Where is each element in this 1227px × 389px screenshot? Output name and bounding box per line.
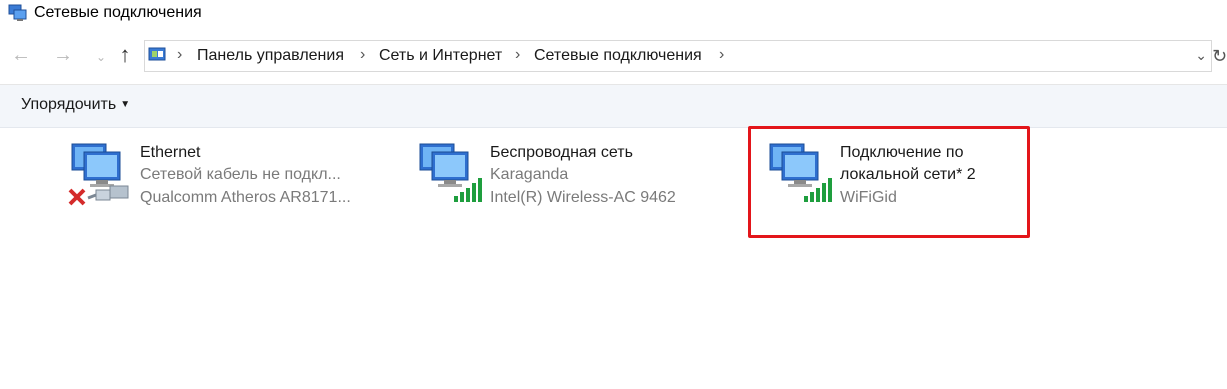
connection-status: Сетевой кабель не подкл... bbox=[140, 166, 341, 183]
caret-down-icon: ▼ bbox=[120, 99, 131, 110]
address-bar[interactable]: › Панель управления › Сеть и Интернет › … bbox=[144, 40, 1212, 72]
signal-bars-icon bbox=[454, 178, 482, 202]
forward-button[interactable]: → bbox=[50, 44, 76, 67]
wireless-adapter-icon bbox=[419, 143, 482, 202]
connection-wireless[interactable]: Беспроводная сеть Karaganda Intel(R) Wir… bbox=[418, 140, 718, 220]
connection-adapter: Intel(R) Wireless-AC 9462 bbox=[490, 189, 676, 206]
breadcrumb-separator-icon[interactable]: › bbox=[515, 46, 520, 64]
recent-locations-chevron-icon[interactable]: ⌄ bbox=[88, 50, 114, 64]
command-bar: Упорядочить ▼ bbox=[0, 85, 1227, 128]
window-title: Сетевые подключения bbox=[34, 4, 202, 21]
control-panel-icon bbox=[148, 47, 166, 61]
breadcrumb-network-internet[interactable]: Сеть и Интернет bbox=[379, 47, 502, 65]
up-button[interactable]: ↑ bbox=[112, 42, 138, 68]
refresh-icon[interactable]: ↻ bbox=[1212, 46, 1227, 67]
title-bar: Сетевые подключения bbox=[0, 0, 1227, 28]
organize-label: Упорядочить bbox=[21, 96, 117, 113]
breadcrumb-control-panel[interactable]: Панель управления bbox=[197, 47, 344, 65]
network-connections-icon bbox=[8, 4, 27, 21]
breadcrumb-separator-icon[interactable]: › bbox=[360, 46, 365, 64]
breadcrumb-separator-icon[interactable]: › bbox=[719, 46, 724, 64]
connection-name: Ethernet bbox=[140, 144, 201, 161]
breadcrumb-network-connections[interactable]: Сетевые подключения bbox=[534, 47, 702, 65]
navigation-bar: ← → ⌄ ↑ › Панель управления › Сеть и Инт… bbox=[0, 38, 1227, 76]
connection-status: Karaganda bbox=[490, 166, 569, 183]
back-button[interactable]: ← bbox=[8, 44, 34, 67]
connection-ethernet[interactable]: Ethernet Сетевой кабель не подкл... Qual… bbox=[68, 140, 368, 220]
address-dropdown-icon[interactable]: ⌄ bbox=[1195, 47, 1207, 64]
ethernet-adapter-icon bbox=[68, 143, 129, 206]
organize-button[interactable]: Упорядочить ▼ bbox=[21, 96, 130, 114]
disconnected-icon bbox=[68, 188, 86, 206]
breadcrumb-separator-icon[interactable]: › bbox=[177, 46, 182, 64]
highlight-box bbox=[748, 126, 1030, 238]
connection-adapter: Qualcomm Atheros AR8171... bbox=[140, 189, 351, 206]
connection-name: Беспроводная сеть bbox=[490, 144, 633, 161]
